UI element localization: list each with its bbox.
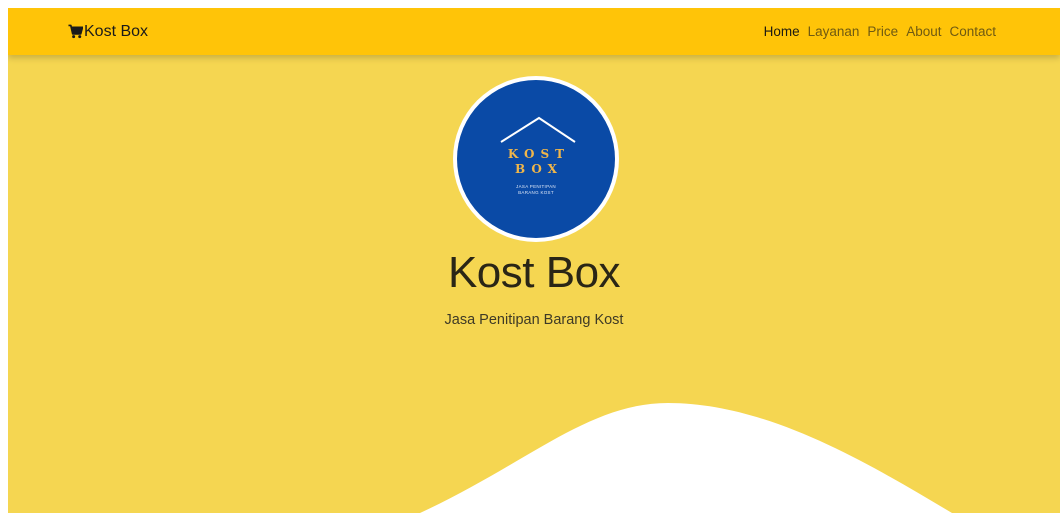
page: Kost Box Home Layanan Price About Contac… [8, 8, 1060, 513]
logo-circle: KOST BOX JASA PENITIPAN BARANG KOST [457, 80, 615, 238]
hero-logo: KOST BOX JASA PENITIPAN BARANG KOST [453, 76, 619, 242]
nav-about[interactable]: About [906, 24, 941, 39]
cart-icon [68, 24, 84, 39]
nav-links: Home Layanan Price About Contact [756, 8, 996, 55]
nav-contact[interactable]: Contact [949, 24, 996, 39]
brand-label: Kost Box [84, 22, 149, 40]
hero-subtitle: Jasa Penitipan Barang Kost [444, 312, 624, 328]
brand-link[interactable]: Kost Box [68, 8, 148, 55]
hero-title: Kost Box [447, 248, 621, 297]
logo-word-kost: KOST [507, 147, 571, 161]
nav-layanan[interactable]: Layanan [808, 24, 860, 39]
logo-word-box: BOX [515, 162, 563, 176]
nav-home[interactable]: Home [764, 24, 800, 39]
logo-tagline-2: BARANG KOST [518, 190, 554, 195]
nav-price[interactable]: Price [867, 24, 898, 39]
navbar: Kost Box Home Layanan Price About Contac… [8, 8, 1060, 55]
hero-wave [420, 403, 952, 513]
